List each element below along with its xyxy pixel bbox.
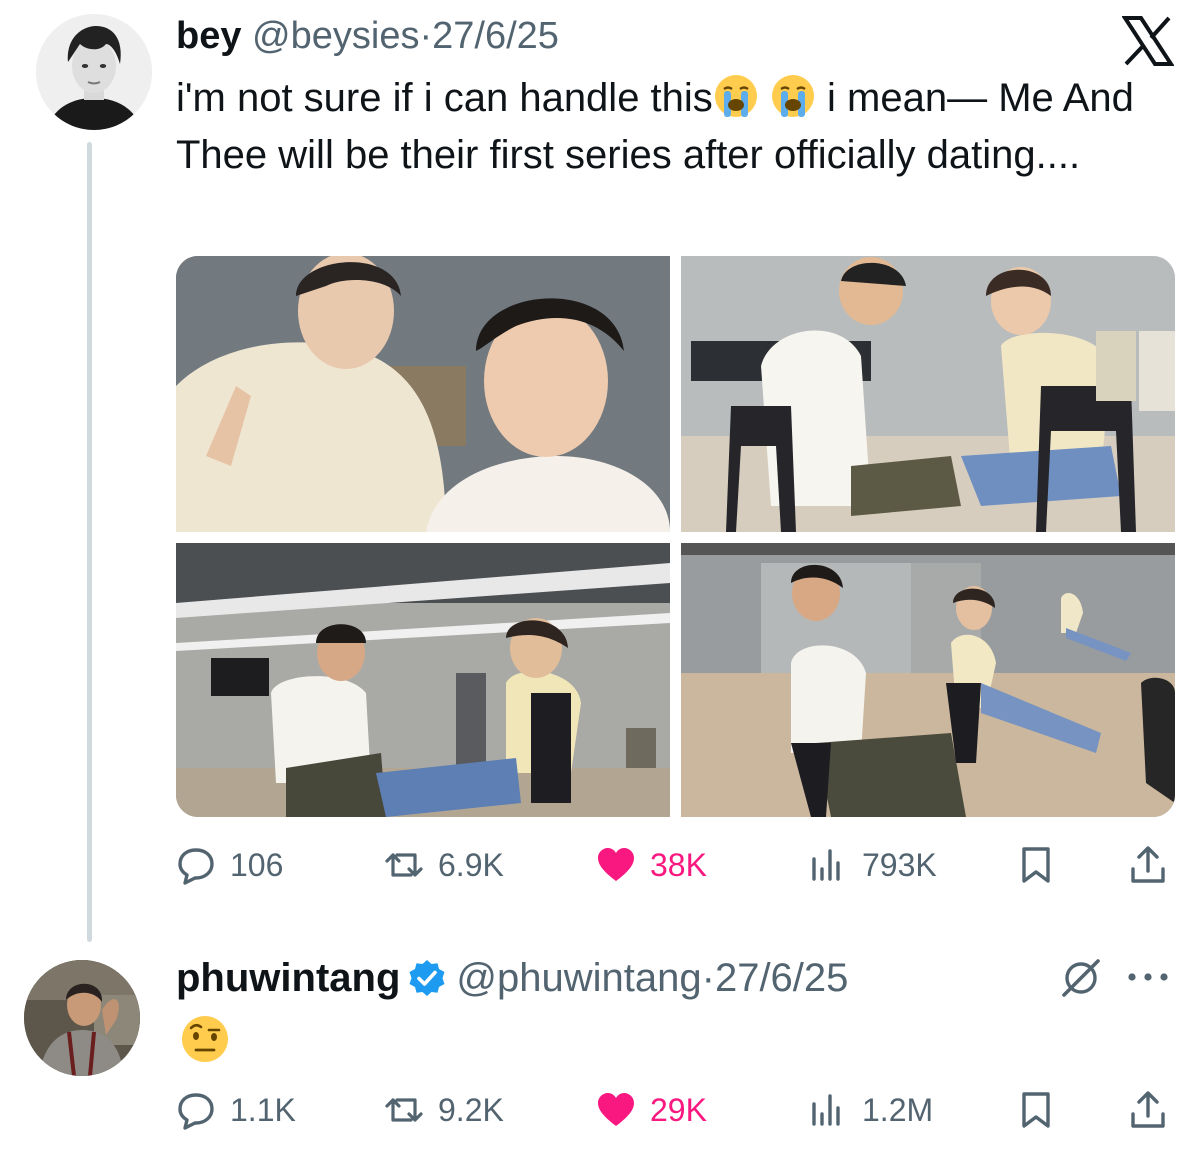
like-count: 38K <box>650 846 707 883</box>
bookmark-icon <box>1022 1092 1050 1128</box>
reply-icon <box>178 848 214 885</box>
more-options-icon[interactable] <box>1125 967 1171 987</box>
grok-icon[interactable] <box>1058 955 1104 1001</box>
tweet1-header: bey @beysies·27/6/25 <box>176 14 559 58</box>
views-button[interactable]: 793K <box>808 840 937 890</box>
repost-icon <box>385 1098 423 1122</box>
tweet2-header: phuwintang @phuwintang · 27/6/25 <box>176 955 848 1001</box>
bookmark-button[interactable] <box>1016 1085 1070 1135</box>
reply-count: 1.1K <box>230 1091 296 1128</box>
share-icon <box>1131 1091 1165 1128</box>
photo-2[interactable] <box>681 256 1175 532</box>
tweet2-action-bar: 1.1K 9.2K 29K 1.2M <box>176 1085 1176 1135</box>
profile-photo <box>36 14 152 130</box>
verified-badge-icon <box>409 960 445 996</box>
x-logo-icon <box>1122 16 1174 66</box>
post-date[interactable]: 27/6/25 <box>715 955 848 1001</box>
loudly-crying-face-emoji <box>714 75 757 117</box>
photo-3[interactable] <box>176 543 670 817</box>
share-button[interactable] <box>1128 1085 1182 1135</box>
avatar-bey[interactable] <box>36 14 152 130</box>
reply-icon <box>178 1093 214 1130</box>
repost-button[interactable]: 6.9K <box>384 840 504 890</box>
heart-filled-icon <box>598 848 634 881</box>
reply-button[interactable]: 1.1K <box>176 1085 296 1135</box>
views-chart-icon <box>812 849 840 881</box>
author-name[interactable]: phuwintang <box>176 955 400 1001</box>
share-button[interactable] <box>1128 840 1182 890</box>
thread-connector-line <box>87 142 92 942</box>
repost-button[interactable]: 9.2K <box>384 1085 504 1135</box>
like-button[interactable]: 38K <box>596 840 707 890</box>
repost-icon <box>385 853 423 877</box>
reply-button[interactable]: 106 <box>176 840 283 890</box>
avatar-phuwintang[interactable] <box>24 960 140 1076</box>
views-button[interactable]: 1.2M <box>808 1085 933 1135</box>
view-count: 793K <box>862 846 937 883</box>
loudly-crying-face-emoji <box>771 75 814 117</box>
tweet-text-part1: i'm not sure if i can handle this <box>176 76 713 120</box>
heart-filled-icon <box>598 1093 634 1126</box>
tweet1-action-bar: 106 6.9K 38K 793K <box>176 840 1176 890</box>
face-with-raised-eyebrow-emoji <box>182 1016 228 1062</box>
views-chart-icon <box>812 1094 840 1126</box>
reply-count: 106 <box>230 846 284 883</box>
author-handle[interactable]: @beysies <box>252 15 419 57</box>
tweet1-media-grid <box>176 256 1175 817</box>
profile-photo <box>24 960 140 1076</box>
tweet1-text: i'm not sure if i can handle this i mean… <box>176 70 1166 184</box>
post-date[interactable]: 27/6/25 <box>432 15 559 57</box>
bookmark-icon <box>1022 847 1050 883</box>
photo-4[interactable] <box>681 543 1175 817</box>
bookmark-button[interactable] <box>1016 840 1070 890</box>
separator-dot: · <box>419 15 433 57</box>
repost-count: 9.2K <box>438 1091 504 1128</box>
like-count: 29K <box>650 1091 707 1128</box>
repost-count: 6.9K <box>438 846 504 883</box>
photo-1[interactable] <box>176 256 670 532</box>
separator-dot: · <box>701 956 715 1000</box>
view-count: 1.2M <box>862 1091 934 1128</box>
author-name[interactable]: bey <box>176 15 241 57</box>
author-handle[interactable]: @phuwintang <box>456 955 701 1001</box>
share-icon <box>1131 846 1165 883</box>
like-button[interactable]: 29K <box>596 1085 707 1135</box>
